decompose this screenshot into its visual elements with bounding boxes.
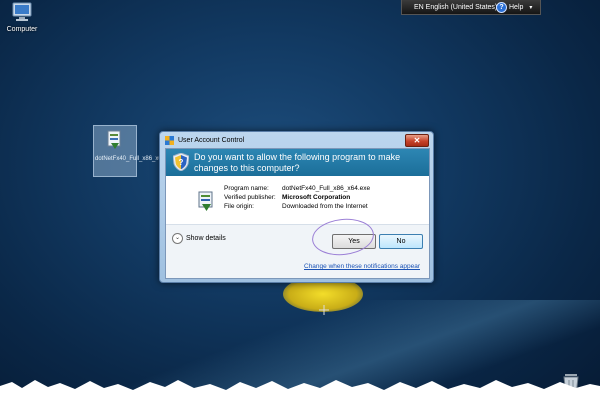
detail-row-publisher: Verified publisher: Microsoft Corporatio…	[224, 193, 370, 202]
detail-key: File origin:	[224, 203, 254, 210]
langbar-dropdown-icon[interactable]: ▾	[529, 4, 532, 11]
help-icon: ?	[496, 1, 507, 13]
desktop-icon-label: Computer	[6, 26, 38, 33]
desktop-icon-computer[interactable]: Computer	[2, 2, 42, 33]
detail-row-program: Program name: dotNetFx40_Full_x86_x64.ex…	[224, 184, 370, 193]
desktop-icon-setup[interactable]: dotNetFx40_Full_x86_x64	[93, 125, 166, 177]
installer-program-icon	[198, 191, 213, 211]
detail-row-origin: File origin: Downloaded from the Interne…	[224, 202, 370, 211]
close-button[interactable]: ✕	[405, 134, 429, 147]
show-details-toggle[interactable]: ⌄ Show details	[172, 233, 226, 244]
help-label: Help	[509, 3, 524, 11]
detail-key: Verified publisher:	[224, 194, 276, 201]
dialog-header: ? Do you want to allow the following pro…	[166, 149, 429, 176]
cursor-icon	[319, 305, 329, 315]
language-bar[interactable]: EN English (United States) ? Help ▾	[401, 0, 541, 15]
uac-dialog: User Account Control ✕ ? Do you want to …	[159, 131, 434, 283]
help-button[interactable]: ? Help	[496, 1, 524, 13]
dialog-title: User Account Control	[178, 136, 245, 144]
detail-value: dotNetFx40_Full_x86_x64.exe	[282, 185, 371, 192]
uac-shield-small-icon	[165, 135, 174, 145]
desktop-icon-label: dotNetFx40_Full_x86_x64	[95, 156, 166, 162]
uac-question: Do you want to allow the following progr…	[194, 152, 401, 173]
chevron-down-icon: ⌄	[172, 233, 183, 244]
uac-shield-icon: ?	[173, 153, 189, 171]
installer-icon	[107, 130, 121, 149]
detail-value: Downloaded from the Internet	[282, 203, 368, 210]
dialog-footer: ⌄ Show details Yes No Change when these …	[166, 225, 429, 278]
torn-edge-decoration	[0, 380, 600, 409]
notification-settings-link[interactable]: Change when these notifications appear	[304, 263, 420, 270]
svg-text:?: ?	[179, 158, 184, 167]
close-icon: ✕	[413, 136, 421, 145]
no-button[interactable]: No	[379, 234, 423, 249]
detail-key: Program name:	[224, 185, 269, 192]
program-details: Program name: dotNetFx40_Full_x86_x64.ex…	[224, 184, 370, 211]
show-details-label: Show details	[186, 235, 226, 242]
dialog-body: ? Do you want to allow the following pro…	[165, 148, 430, 279]
detail-value: Microsoft Corporation	[282, 194, 351, 201]
language-indicator[interactable]: EN English (United States)	[402, 4, 497, 11]
computer-icon	[12, 2, 32, 21]
dialog-titlebar: User Account Control	[160, 132, 433, 148]
